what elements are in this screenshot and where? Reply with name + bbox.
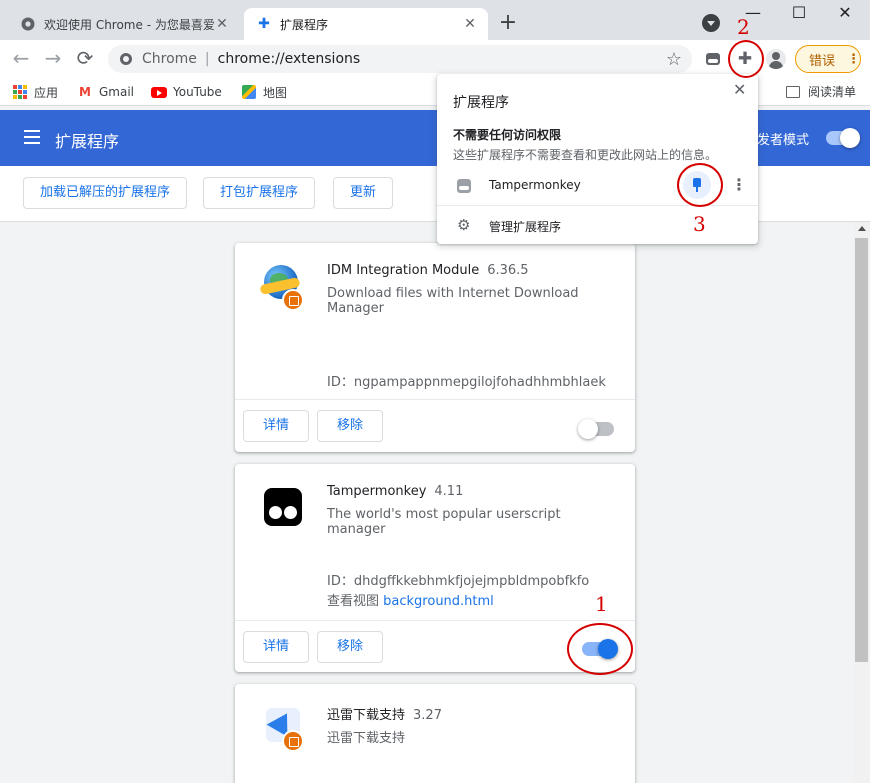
annotation-ring-1: [567, 623, 633, 675]
tampermonkey-logo-icon: [260, 484, 308, 532]
bookmark-gmail[interactable]: M Gmail: [77, 83, 134, 101]
popup-section-desc: 这些扩展程序不需要查看和更改此网站上的信息。: [453, 148, 718, 162]
reading-list-icon: [785, 85, 800, 98]
bookmark-apps[interactable]: 应用: [12, 83, 58, 101]
bookmark-label: 地图: [263, 85, 288, 100]
back-icon[interactable]: ←: [10, 48, 32, 70]
extension-card-xunlei: 迅雷下载支持 3.27 迅雷下载支持: [235, 684, 635, 783]
details-button[interactable]: 详情: [243, 410, 310, 442]
annotation-number-3: 3: [693, 212, 706, 236]
chrome-icon: [120, 53, 132, 65]
annotation-number-1: 1: [595, 592, 608, 616]
star-icon[interactable]: ☆: [666, 49, 682, 70]
media-controls-icon[interactable]: [703, 49, 723, 69]
manage-extensions-item[interactable]: ⚙ 管理扩展程序: [437, 214, 758, 238]
tab-close-icon[interactable]: ✕: [214, 16, 230, 32]
close-window-button[interactable]: ✕: [822, 0, 868, 28]
reading-list[interactable]: 阅读清单: [785, 83, 856, 100]
extension-name: 迅雷下载支持 3.27: [327, 708, 442, 723]
menu-dots-icon: ⋮: [847, 51, 860, 67]
remove-button[interactable]: 移除: [317, 410, 384, 442]
extensions-menu-popup: 扩展程序 ✕ 不需要任何访问权限 这些扩展程序不需要查看和更改此网站上的信息。 …: [437, 74, 758, 244]
tab-extensions[interactable]: ✚ 扩展程序 ✕: [244, 8, 488, 40]
bookmark-youtube[interactable]: YouTube: [151, 83, 222, 101]
xunlei-logo-icon: [260, 704, 308, 752]
forward-icon[interactable]: →: [42, 48, 64, 70]
more-options-icon[interactable]: ⋮: [731, 175, 747, 194]
background-page-link[interactable]: background.html: [383, 594, 494, 609]
inspect-views: 查看视图 background.html: [327, 594, 494, 609]
popup-item-name: Tampermonkey: [489, 178, 581, 192]
maps-icon: [241, 84, 257, 100]
bookmark-label: YouTube: [173, 85, 222, 99]
tab-close-icon[interactable]: ✕: [462, 16, 478, 32]
annotation-ring-3: [677, 163, 723, 207]
extension-description: Download files with Internet Download Ma…: [327, 286, 579, 316]
omnibox-origin: Chrome: [142, 51, 197, 67]
annotation-ring-2: [728, 40, 764, 78]
idm-logo-icon: [259, 263, 308, 311]
youtube-icon: [151, 84, 167, 100]
extension-card-idm: IDM Integration Module 6.36.5 Download fi…: [235, 243, 635, 452]
card-footer: 详情 移除: [235, 399, 635, 452]
toggle-knob: [578, 419, 598, 439]
extension-version: 4.11: [434, 484, 464, 499]
error-button[interactable]: 错误 ⋮: [795, 45, 861, 73]
bookmark-label: 应用: [34, 85, 59, 100]
chrome-icon: [20, 16, 36, 32]
remove-button[interactable]: 移除: [317, 631, 384, 663]
extension-name: Tampermonkey 4.11: [327, 484, 464, 499]
scroll-thumb[interactable]: [855, 238, 868, 662]
extension-id: ID：dhdgffkkebhmkfjojejmpbldmpobfkfo: [327, 574, 590, 589]
avatar[interactable]: [766, 49, 786, 69]
tab-welcome[interactable]: 欢迎使用 Chrome - 为您最喜爱的 ✕: [8, 8, 240, 40]
popup-title: 扩展程序: [453, 95, 509, 111]
extension-description: 迅雷下载支持: [327, 731, 406, 746]
annotation-number-2: 2: [737, 15, 750, 39]
omnibox-separator: |: [204, 51, 210, 67]
toggle-knob: [840, 128, 860, 148]
new-tab-button[interactable]: +: [496, 12, 520, 36]
extension-version: 6.36.5: [487, 263, 529, 278]
gear-icon: ⚙: [457, 216, 471, 234]
bookmark-label: Gmail: [99, 85, 135, 99]
maximize-button[interactable]: ☐: [776, 0, 822, 28]
policy-badge-icon: [282, 730, 304, 752]
manage-extensions-label: 管理扩展程序: [489, 220, 562, 234]
bookmark-maps[interactable]: 地图: [241, 83, 287, 101]
extension-version: 3.27: [413, 708, 442, 723]
tab-title: 欢迎使用 Chrome - 为您最喜爱的: [44, 17, 214, 32]
dev-mode-toggle[interactable]: [826, 128, 860, 148]
extension-description: The world's most popular userscript mana…: [327, 507, 561, 537]
page-title: 扩展程序: [55, 132, 120, 151]
puzzle-icon: ✚: [258, 16, 270, 32]
menu-icon[interactable]: [24, 130, 40, 144]
tab-search-icon[interactable]: [702, 14, 720, 32]
popup-section-title: 不需要任何访问权限: [453, 128, 562, 142]
reading-list-label: 阅读清单: [807, 85, 856, 99]
update-button[interactable]: 更新: [333, 177, 394, 209]
load-unpacked-button[interactable]: 加载已解压的扩展程序: [23, 177, 188, 209]
extension-icon: [457, 179, 471, 193]
reload-icon[interactable]: ⟳: [74, 48, 96, 70]
scrollbar[interactable]: [853, 222, 870, 783]
scroll-up-icon[interactable]: [858, 226, 866, 231]
extension-id: ID：ngpampappnmepgilojfohadhhmbhlaek: [327, 375, 606, 390]
extension-name: IDM Integration Module 6.36.5: [327, 263, 529, 278]
pack-extension-button[interactable]: 打包扩展程序: [203, 177, 316, 209]
apps-grid-icon: [12, 84, 28, 100]
tab-title: 扩展程序: [280, 17, 329, 32]
error-label: 错误: [809, 53, 836, 69]
omnibox-url: chrome://extensions: [217, 51, 361, 67]
divider: [437, 205, 758, 206]
close-icon[interactable]: ✕: [733, 80, 746, 99]
details-button[interactable]: 详情: [243, 631, 310, 663]
gmail-icon: M: [79, 85, 91, 99]
dev-mode-label: 发者模式: [757, 133, 810, 148]
omnibox[interactable]: Chrome | chrome://extensions ☆: [108, 45, 692, 73]
extension-toggle[interactable]: [578, 419, 614, 439]
policy-badge-icon: [282, 289, 304, 311]
